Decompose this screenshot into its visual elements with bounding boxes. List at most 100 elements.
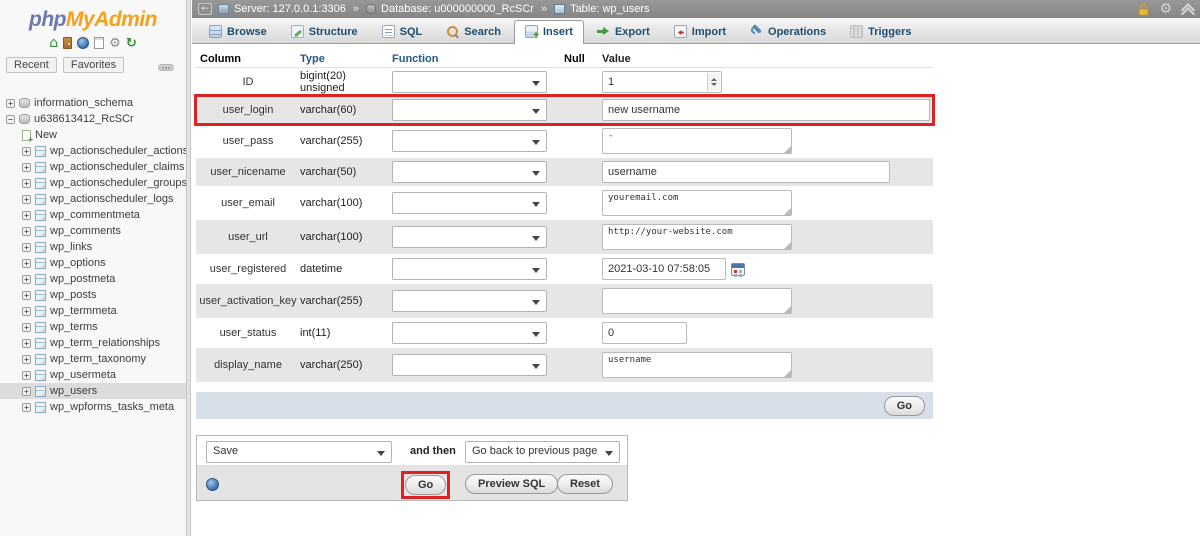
number-spinner[interactable] [707,73,720,91]
tree-expander-icon[interactable]: + [22,355,31,364]
tree-expander-icon[interactable]: + [22,339,31,348]
tab-sql[interactable]: SQL [371,20,434,43]
tree-expander-icon[interactable]: + [22,147,31,156]
value-input-user_status[interactable]: 0 [602,322,687,344]
tab-export[interactable]: Export [586,20,661,43]
submit-go-button[interactable]: Go [405,475,446,495]
function-select[interactable] [392,290,547,312]
tree-expander-icon[interactable]: + [22,291,31,300]
value-input-user_login[interactable]: new username [602,99,930,121]
function-select[interactable] [392,354,547,376]
sidebar-item-wp_users[interactable]: +wp_users [0,383,186,399]
sidebar-item-information_schema[interactable]: +information_schema [0,95,186,111]
tree-expander-icon[interactable]: + [22,227,31,236]
function-select[interactable] [392,99,547,121]
page-settings-icon[interactable]: ⚙ [1159,3,1172,16]
tab-triggers[interactable]: Triggers [839,20,922,43]
sidebar-item-wp_options[interactable]: +wp_options [0,255,186,271]
tree-expander-icon[interactable]: + [22,195,31,204]
collapse-top-icon[interactable] [1181,4,1194,14]
function-select[interactable] [392,226,547,248]
sidebar-item-wp_term_relationships[interactable]: +wp_term_relationships [0,335,186,351]
sidebar-item-u638613412_RcSCr[interactable]: −u638613412_RcSCr [0,111,186,127]
tree-expander-icon[interactable]: + [22,163,31,172]
refresh-icon[interactable]: ↻ [126,37,137,50]
tree-expander-icon[interactable]: + [22,259,31,268]
sidebar-item-wp_posts[interactable]: +wp_posts [0,287,186,303]
sidebar-item-wp_term_taxonomy[interactable]: +wp_term_taxonomy [0,351,186,367]
function-select[interactable] [392,71,547,93]
sidebar-item-wp_links[interactable]: +wp_links [0,239,186,255]
collapse-nav-button[interactable]: ← [198,3,212,15]
value-input-user_nicename[interactable]: username [602,161,890,183]
sidebar-item-wp_actionscheduler_logs[interactable]: +wp_actionscheduler_logs [0,191,186,207]
table-icon [35,386,46,397]
sidebar-item-wp_actionscheduler_actions[interactable]: +wp_actionscheduler_actions [0,143,186,159]
value-input-user_registered[interactable]: 2021-03-10 07:58:05 [602,258,726,280]
calendar-icon[interactable] [731,263,745,276]
function-cell [392,130,564,152]
insert-go-button[interactable]: Go [884,396,925,416]
header-function[interactable]: Function [392,53,564,65]
logout-icon[interactable] [63,37,72,49]
tree-expander-icon[interactable]: + [22,323,31,332]
sidebar-item-wp_comments[interactable]: +wp_comments [0,223,186,239]
sidebar-item-New[interactable]: New [0,127,186,143]
phpmyadmin-logo[interactable]: phpMyAdmin [0,8,186,32]
breadcrumb-item[interactable]: Table: wp_users [570,3,650,15]
after-insert-select[interactable]: Go back to previous page [465,441,620,463]
value-textarea-user_activation_key[interactable] [602,288,792,314]
sidebar-item-wp_actionscheduler_groups[interactable]: +wp_actionscheduler_groups [0,175,186,191]
sidebar-item-wp_terms[interactable]: +wp_terms [0,319,186,335]
function-select[interactable] [392,258,547,280]
save-action-select[interactable]: Save [206,441,392,463]
tab-structure[interactable]: Structure [280,20,369,43]
breadcrumb-item[interactable]: Server: 127.0.0.1:3306 [234,3,346,15]
breadcrumb-item[interactable]: Database: u000000000_RcSCr [381,3,534,15]
tree-expander-icon[interactable]: + [22,403,31,412]
function-select[interactable] [392,192,547,214]
column-type: varchar(250) [300,359,392,371]
recent-dropdown[interactable]: Recent [6,57,57,73]
preview-sql-button[interactable]: Preview SQL [465,474,558,494]
value-input-ID[interactable]: 1 [602,71,722,93]
value-textarea-user_pass[interactable]: - [602,128,792,154]
tab-operations[interactable]: Operations [739,20,837,43]
tree-expander-icon[interactable]: + [22,211,31,220]
sidebar-item-wp_actionscheduler_claims[interactable]: +wp_actionscheduler_claims [0,159,186,175]
function-select[interactable] [392,161,547,183]
value-textarea-display_name[interactable]: username [602,352,792,378]
tab-insert[interactable]: Insert [514,20,584,44]
tree-expander-icon[interactable]: + [6,99,15,108]
sidebar-item-wp_usermeta[interactable]: +wp_usermeta [0,367,186,383]
value-textarea-user_email[interactable]: youremail.com [602,190,792,216]
help-icon[interactable] [206,478,219,491]
help-icon[interactable] [77,37,89,49]
tree-expander-icon[interactable]: + [22,371,31,380]
settings-icon[interactable]: ⚙ [109,37,121,50]
triggers-tab-icon [850,25,863,38]
tab-import[interactable]: Import [663,20,737,43]
function-select[interactable] [392,130,547,152]
favorites-dropdown[interactable]: Favorites [63,57,124,73]
sidebar-gutter[interactable] [186,0,191,536]
header-type[interactable]: Type [300,53,392,65]
reset-button[interactable]: Reset [557,474,613,494]
tab-browse[interactable]: Browse [198,20,278,43]
tree-expander-icon[interactable]: + [22,307,31,316]
tree-expander-icon[interactable]: + [22,275,31,284]
tab-search[interactable]: Search [435,20,512,43]
sidebar-item-wp_termmeta[interactable]: +wp_termmeta [0,303,186,319]
tree-expander-icon[interactable]: − [6,115,15,124]
value-textarea-user_url[interactable]: http://your-website.com [602,224,792,250]
sidebar-item-wp_wpforms_tasks_meta[interactable]: +wp_wpforms_tasks_meta [0,399,186,415]
docs-icon[interactable] [94,37,104,49]
sidebar-item-wp_postmeta[interactable]: +wp_postmeta [0,271,186,287]
tree-expander-icon[interactable]: + [22,387,31,396]
tree-expander-icon[interactable]: + [22,243,31,252]
sidebar-resize-handle[interactable] [158,64,174,71]
tree-expander-icon[interactable]: + [22,179,31,188]
sidebar-item-wp_commentmeta[interactable]: +wp_commentmeta [0,207,186,223]
function-select[interactable] [392,322,547,344]
home-icon[interactable]: ⌂ [49,36,58,50]
